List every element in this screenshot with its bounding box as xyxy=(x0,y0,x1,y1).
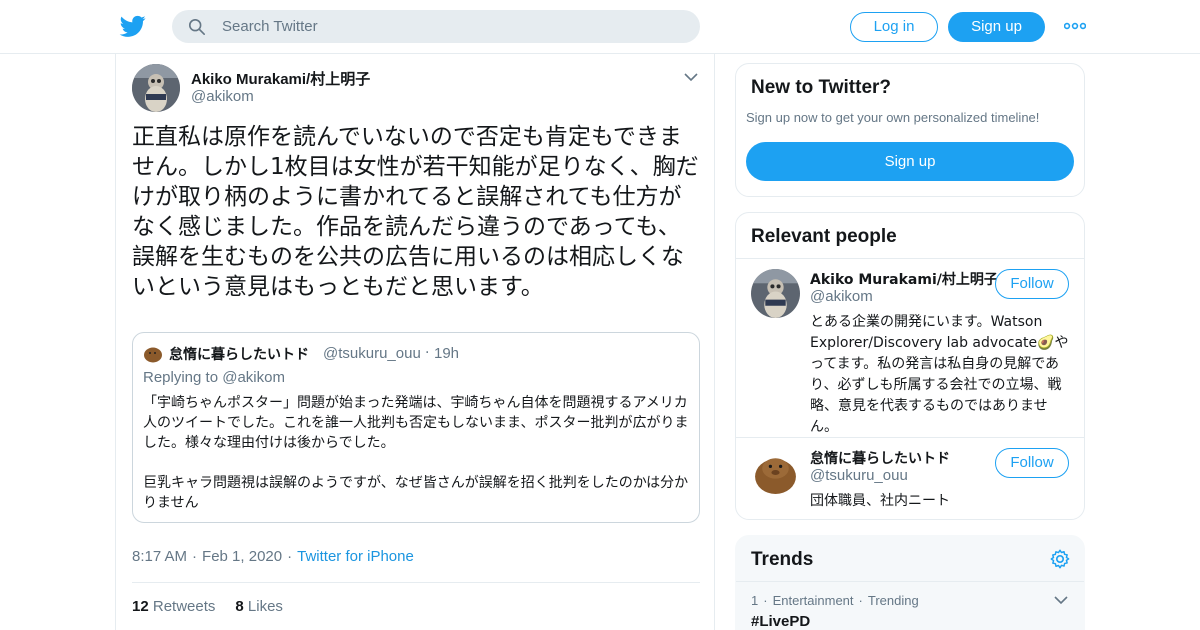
chevron-down-icon[interactable] xyxy=(684,72,698,82)
more-dots-icon[interactable] xyxy=(1064,19,1086,33)
author-name[interactable]: Akiko Murakami/村上明子 xyxy=(191,68,370,89)
trend-rank: 1 xyxy=(751,593,759,608)
person-name[interactable]: 怠惰に暮らしたいトド xyxy=(810,448,950,468)
relevant-people-card: Relevant people Akiko Murakami/村上明子 @aki… xyxy=(735,212,1085,520)
trend-separator: · xyxy=(858,593,863,608)
author-handle[interactable]: @akikom xyxy=(191,88,254,105)
login-button[interactable]: Log in xyxy=(850,12,938,42)
likes-count: 8 xyxy=(235,598,244,615)
person-name[interactable]: Akiko Murakami/村上明子 xyxy=(810,269,998,289)
person-bio: とある企業の開発にいます。Watson Explorer/Discovery l… xyxy=(810,314,1069,435)
tweet-date[interactable]: Feb 1, 2020 xyxy=(202,548,282,565)
quote-author-avatar xyxy=(144,347,162,363)
replying-handle: @akikom xyxy=(222,369,285,386)
meta-separator: · xyxy=(287,548,293,565)
quote-author-name: 怠惰に暮らしたいトド xyxy=(169,347,309,363)
relevant-people-title: Relevant people xyxy=(751,226,897,247)
retweets-label: Retweets xyxy=(152,598,216,615)
likes-label: Likes xyxy=(247,598,283,615)
tweet-time[interactable]: 8:17 AM xyxy=(132,548,187,565)
quote-timestamp: 19h xyxy=(434,345,460,362)
divider xyxy=(132,582,700,583)
gear-icon[interactable] xyxy=(1049,548,1071,570)
new-to-twitter-title: New to Twitter? xyxy=(751,77,892,98)
quote-author-handle: @tsukuru_ouu xyxy=(323,345,421,362)
quote-text: 「宇崎ちゃんポスター」問題が始まった発端は、宇崎ちゃん自体を問題視するアメリカ人… xyxy=(143,393,691,513)
quoted-tweet[interactable]: 怠惰に暮らしたいトド @tsukuru_ouu · 19h Replying t… xyxy=(132,332,700,523)
trend-status: Trending xyxy=(867,593,919,608)
new-to-twitter-subtitle: Sign up now to get your own personalized… xyxy=(746,110,1040,125)
trend-category: Entertainment xyxy=(772,593,854,608)
quote-paragraph: 「宇崎ちゃんポスター」問題が始まった発端は、宇崎ちゃん自体を問題視するアメリカ人… xyxy=(143,395,689,451)
sidebar-signup-button[interactable]: Sign up xyxy=(746,142,1074,181)
new-to-twitter-card: New to Twitter? Sign up now to get your … xyxy=(735,63,1085,197)
person-handle[interactable]: @akikom xyxy=(810,288,873,305)
chevron-down-icon[interactable] xyxy=(1054,596,1068,605)
person-handle[interactable]: @tsukuru_ouu xyxy=(810,467,908,484)
author-avatar[interactable] xyxy=(132,64,180,112)
meta-separator: · xyxy=(192,548,198,565)
trend-meta: 1 · Entertainment · Trending xyxy=(751,593,919,608)
tweet-metadata: 8:17 AM · Feb 1, 2020 · Twitter for iPhone xyxy=(132,548,414,565)
likes-stat[interactable]: 8 Likes xyxy=(235,598,283,615)
tweet-detail: Akiko Murakami/村上明子 @akikom 正直私は原作を読んでいな… xyxy=(115,54,715,630)
person-avatar[interactable] xyxy=(751,448,800,497)
replying-prefix: Replying to xyxy=(143,369,219,386)
trends-title: Trends xyxy=(751,549,814,570)
trend-separator: · xyxy=(763,593,768,608)
twitter-bird-icon[interactable] xyxy=(119,13,147,39)
search-box[interactable] xyxy=(172,10,700,43)
trend-name[interactable]: #LivePD xyxy=(751,613,810,630)
quote-paragraph: 巨乳キャラ問題視は誤解のようですが、なぜ皆さんが誤解を招く批判をしたのかは分かり… xyxy=(143,475,689,511)
retweets-stat[interactable]: 12 Retweets xyxy=(132,598,215,615)
divider xyxy=(736,581,1084,582)
person-item[interactable]: 怠惰に暮らしたいトド @tsukuru_ouu Follow 団体職員、社内ニー… xyxy=(736,437,1084,519)
person-avatar[interactable] xyxy=(751,269,800,318)
person-bio: 団体職員、社内ニート xyxy=(810,493,950,509)
tweet-text: 正直私は原作を読んでいないので否定も肯定もできません。しかし1枚目は女性が若干知… xyxy=(132,124,699,300)
top-navigation-bar: Log in Sign up xyxy=(0,0,1200,54)
search-icon xyxy=(188,18,206,36)
follow-button[interactable]: Follow xyxy=(995,269,1069,299)
quote-replying-to: Replying to @akikom xyxy=(143,369,285,386)
retweets-count: 12 xyxy=(132,598,149,615)
follow-button[interactable]: Follow xyxy=(995,448,1069,478)
search-input[interactable] xyxy=(222,10,682,43)
person-item[interactable]: Akiko Murakami/村上明子 @akikom Follow とある企業… xyxy=(736,259,1084,437)
signup-button[interactable]: Sign up xyxy=(948,12,1045,42)
tweet-source-link[interactable]: Twitter for iPhone xyxy=(297,548,414,565)
trends-card: Trends 1 · Entertainment · Trending #LivePD xyxy=(735,535,1085,630)
tweet-stats: 12 Retweets 8 Likes xyxy=(132,598,283,615)
quote-separator: · xyxy=(425,345,430,361)
